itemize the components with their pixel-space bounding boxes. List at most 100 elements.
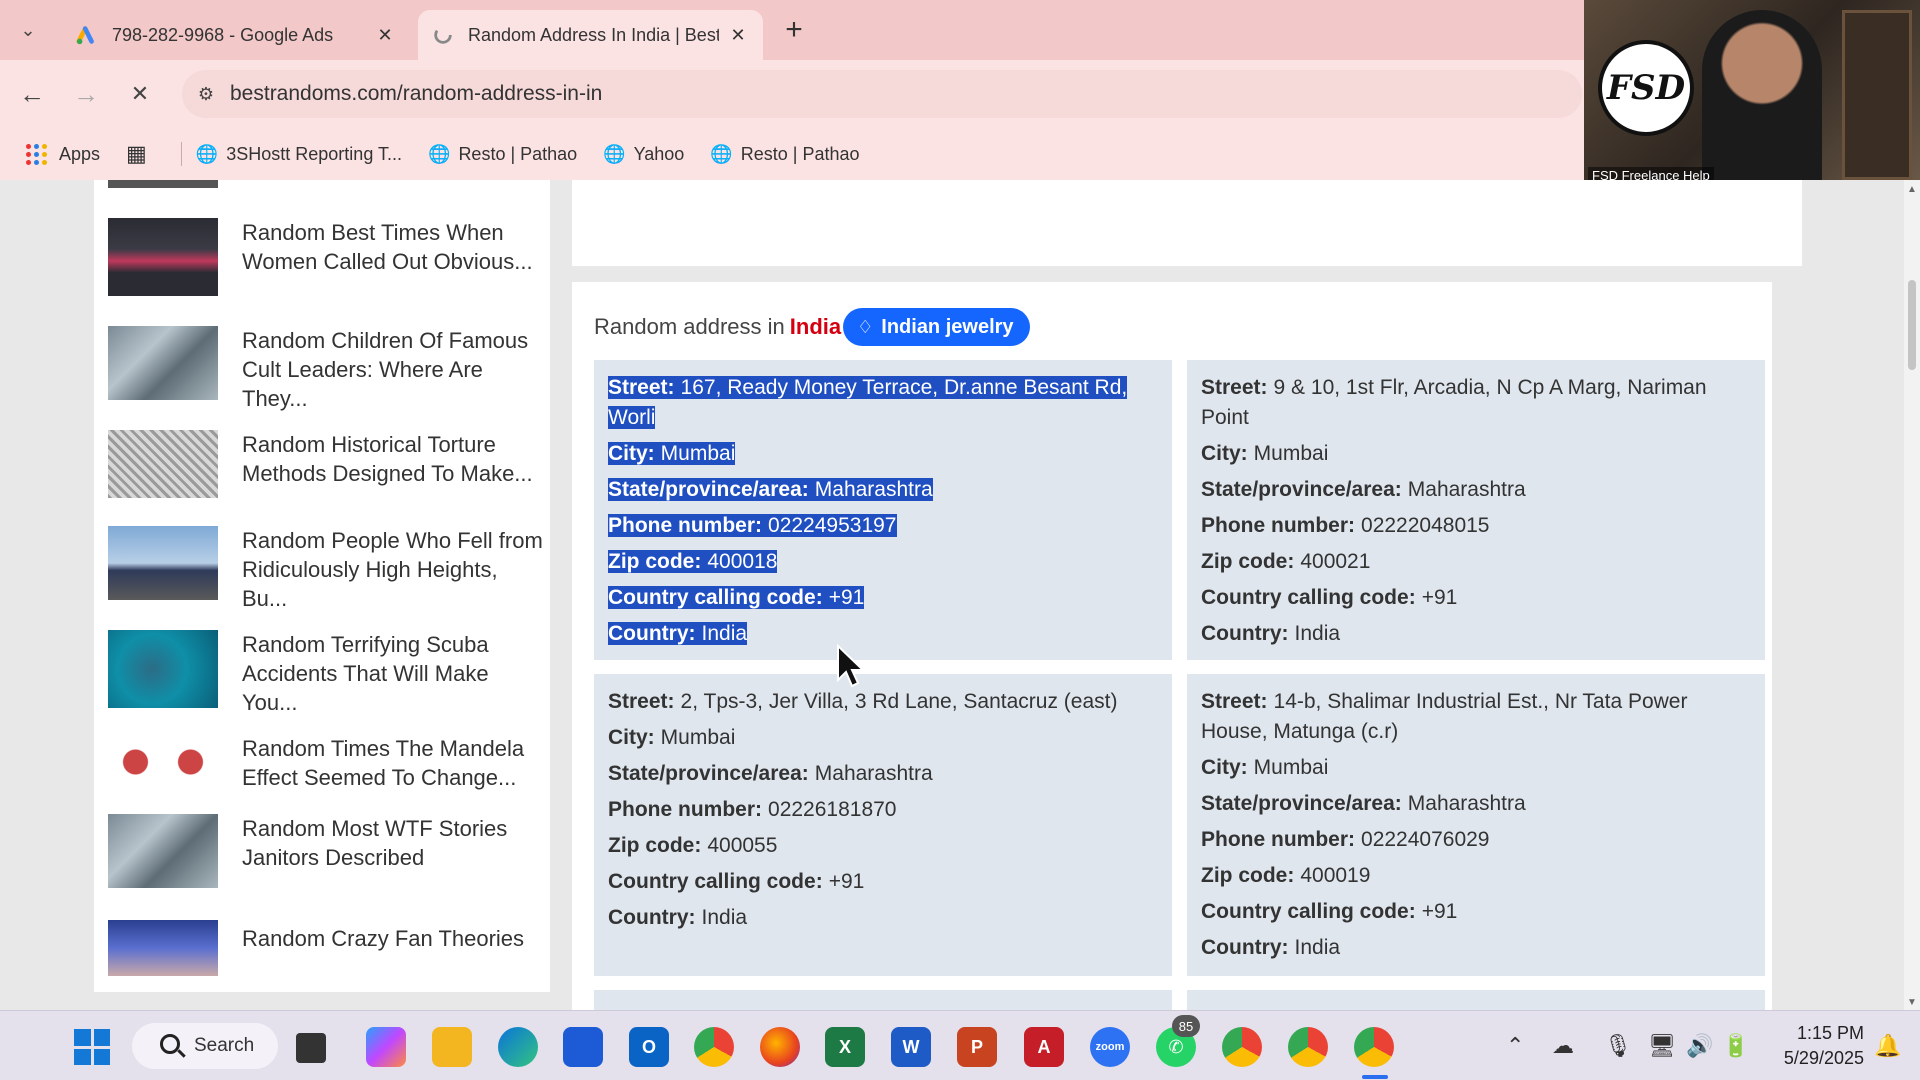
sidebar-article[interactable]: Random Most WTF Stories Janitors Describ… xyxy=(108,814,544,888)
street-value: 14-b, Shalimar Industrial Est., Nr Tata … xyxy=(1201,690,1688,743)
volume-icon[interactable]: 🔊 xyxy=(1686,1033,1713,1059)
acrobat-icon[interactable]: A xyxy=(1024,1027,1064,1067)
bookmark-item[interactable]: 🌐 3SHostt Reporting T... xyxy=(196,144,402,165)
street-label: Street: xyxy=(1201,376,1268,399)
tab-groups-icon: ▦ xyxy=(126,141,147,166)
sidebar-article[interactable]: Random Crazy Fan Theories xyxy=(108,920,544,976)
copilot-icon[interactable] xyxy=(366,1027,406,1067)
taskbar-search[interactable]: Search xyxy=(132,1023,278,1069)
microphone-icon[interactable]: 🎙 xyxy=(1604,1033,1632,1059)
chrome-icon[interactable] xyxy=(694,1027,734,1067)
zip-label: Zip code: xyxy=(608,834,702,857)
task-view-icon[interactable] xyxy=(296,1033,326,1063)
notifications-icon[interactable]: 🔔 xyxy=(1874,1033,1901,1059)
street-value: 167, Ready Money Terrace, Dr.anne Besant… xyxy=(608,376,1128,429)
state-label: State/province/area: xyxy=(1201,478,1402,501)
bookmark-item[interactable]: 🌐 Resto | Pathao xyxy=(710,144,859,165)
clock-date: 5/29/2025 xyxy=(1783,1048,1864,1068)
bookmark-apps[interactable]: Apps xyxy=(26,143,101,165)
tab-groups-button[interactable]: ▦ xyxy=(126,141,155,167)
excel-icon[interactable]: X xyxy=(825,1027,865,1067)
zip-row: Zip code: 400021 xyxy=(1201,547,1751,577)
microsoft-store-icon[interactable] xyxy=(563,1027,603,1067)
scroll-up-icon[interactable]: ▲ xyxy=(1906,184,1918,195)
tab-title: Random Address In India | Best xyxy=(468,24,719,45)
battery-icon[interactable]: 🔋 xyxy=(1722,1033,1749,1059)
phone-value: 02222048015 xyxy=(1361,514,1490,537)
word-icon[interactable]: W xyxy=(891,1027,931,1067)
city-row: City: Mumbai xyxy=(1201,439,1751,469)
calling-code-row: Country calling code: +91 xyxy=(608,583,1158,613)
scroll-thumb[interactable] xyxy=(1908,280,1916,370)
zip-label: Zip code: xyxy=(1201,550,1295,573)
new-tab-button[interactable]: + xyxy=(776,12,812,48)
address-panel: Random address in India ♢ Indian jewelry… xyxy=(572,282,1772,1010)
chrome-active-icon[interactable] xyxy=(1354,1027,1394,1067)
indian-jewelry-tag[interactable]: ♢ Indian jewelry xyxy=(843,308,1030,346)
tab-search-dropdown-icon[interactable]: ⌄ xyxy=(10,12,46,48)
zip-value: 400021 xyxy=(1300,550,1371,573)
article-title: Random Children Of Famous Cult Leaders: … xyxy=(242,328,529,411)
sidebar-article[interactable]: Random Terrifying Scuba Accidents That W… xyxy=(108,630,544,717)
heading-country[interactable]: India xyxy=(790,314,841,340)
address-card: Street: 2, Tps-3, Jer Villa, 3 Rd Lane, S… xyxy=(594,674,1172,976)
country-value: India xyxy=(1294,622,1341,645)
calling-code-value: +91 xyxy=(1421,586,1458,609)
back-icon[interactable]: ← xyxy=(12,74,52,114)
chrome-profile-icon[interactable] xyxy=(1288,1027,1328,1067)
system-clock[interactable]: 1:15 PM 5/29/2025 xyxy=(1768,1021,1864,1071)
tab-close-icon[interactable]: ✕ xyxy=(727,25,749,46)
stop-loading-icon[interactable]: ✕ xyxy=(120,74,160,114)
street-label: Street: xyxy=(1201,690,1268,713)
page-scrollbar[interactable]: ▲ ▼ xyxy=(1904,180,1920,1010)
tab-random-address[interactable]: Random Address In India | Best ✕ xyxy=(418,10,763,60)
sidebar-article[interactable]: Random Historical Torture Methods Design… xyxy=(108,430,544,498)
outlook-icon[interactable]: O xyxy=(629,1027,669,1067)
chrome-profile-icon[interactable] xyxy=(1222,1027,1262,1067)
city-label: City: xyxy=(1201,442,1248,465)
bookmark-label: Apps xyxy=(59,143,101,164)
zip-label: Zip code: xyxy=(1201,864,1295,887)
city-value: Mumbai xyxy=(1253,756,1329,779)
state-row: State/province/area: Maharashtra xyxy=(608,759,1158,789)
sidebar-article[interactable]: Random People Who Fell from Ridiculously… xyxy=(108,526,544,613)
address-card: Street: 167, Ready Money Terrace, Dr.anne… xyxy=(594,360,1172,660)
onedrive-icon[interactable]: ☁ xyxy=(1552,1033,1574,1059)
article-title: Random Best Times When Women Called Out … xyxy=(242,220,533,274)
bookmark-item[interactable]: 🌐 Resto | Pathao xyxy=(428,144,577,165)
phone-value: 02226181870 xyxy=(768,798,897,821)
tab-google-ads[interactable]: 798-282-9968 - Google Ads ✕ xyxy=(62,10,410,60)
article-title: Random People Who Fell from Ridiculously… xyxy=(242,528,543,611)
sidebar-article[interactable]: Random Children Of Famous Cult Leaders: … xyxy=(108,326,544,413)
background-shelf xyxy=(1842,10,1912,180)
zoom-icon[interactable]: zoom xyxy=(1090,1027,1130,1067)
city-row: City: Mumbai xyxy=(1201,753,1751,783)
street-row: Street: 167, Ready Money Terrace, Dr.anne… xyxy=(608,373,1158,433)
windows-start-icon[interactable] xyxy=(74,1029,110,1065)
clock-time: 1:15 PM xyxy=(1796,1023,1864,1043)
sidebar-article[interactable]: Random Best Times When Women Called Out … xyxy=(108,218,544,296)
tab-close-icon[interactable]: ✕ xyxy=(374,25,396,46)
site-info-icon[interactable]: ⚙ xyxy=(182,84,230,105)
windows-taskbar: Search O X W P A zoom ✆ 85 ⌃ ☁ 🎙 🖥 🔊 🔋 1… xyxy=(0,1010,1920,1080)
street-value: 2, Tps-3, Jer Villa, 3 Rd Lane, Santacru… xyxy=(680,690,1118,713)
article-thumbnail xyxy=(108,920,218,976)
edge-icon[interactable] xyxy=(498,1027,538,1067)
sidebar-article[interactable]: Random Times The Mandela Effect Seemed T… xyxy=(108,734,544,792)
country-row: Country: India xyxy=(1201,933,1751,963)
network-icon[interactable]: 🖥 xyxy=(1648,1033,1676,1059)
firefox-icon[interactable] xyxy=(760,1027,800,1067)
notification-badge: 85 xyxy=(1172,1015,1200,1037)
bookmark-item[interactable]: 🌐 Yahoo xyxy=(603,144,684,165)
address-bar[interactable]: ⚙ bestrandoms.com/random-address-in-in xyxy=(182,70,1582,118)
file-explorer-icon[interactable] xyxy=(432,1027,472,1067)
globe-icon: 🌐 xyxy=(603,143,626,164)
heading-text: Random address in xyxy=(594,314,785,339)
scroll-down-icon[interactable]: ▼ xyxy=(1906,997,1918,1008)
city-row: City: Mumbai xyxy=(608,723,1158,753)
forward-icon[interactable]: → xyxy=(66,74,106,114)
powerpoint-icon[interactable]: P xyxy=(957,1027,997,1067)
phone-row: Phone number: 02224953197 xyxy=(608,511,1158,541)
show-hidden-icons-icon[interactable]: ⌃ xyxy=(1506,1033,1524,1059)
phone-value: 02224953197 xyxy=(768,514,897,537)
